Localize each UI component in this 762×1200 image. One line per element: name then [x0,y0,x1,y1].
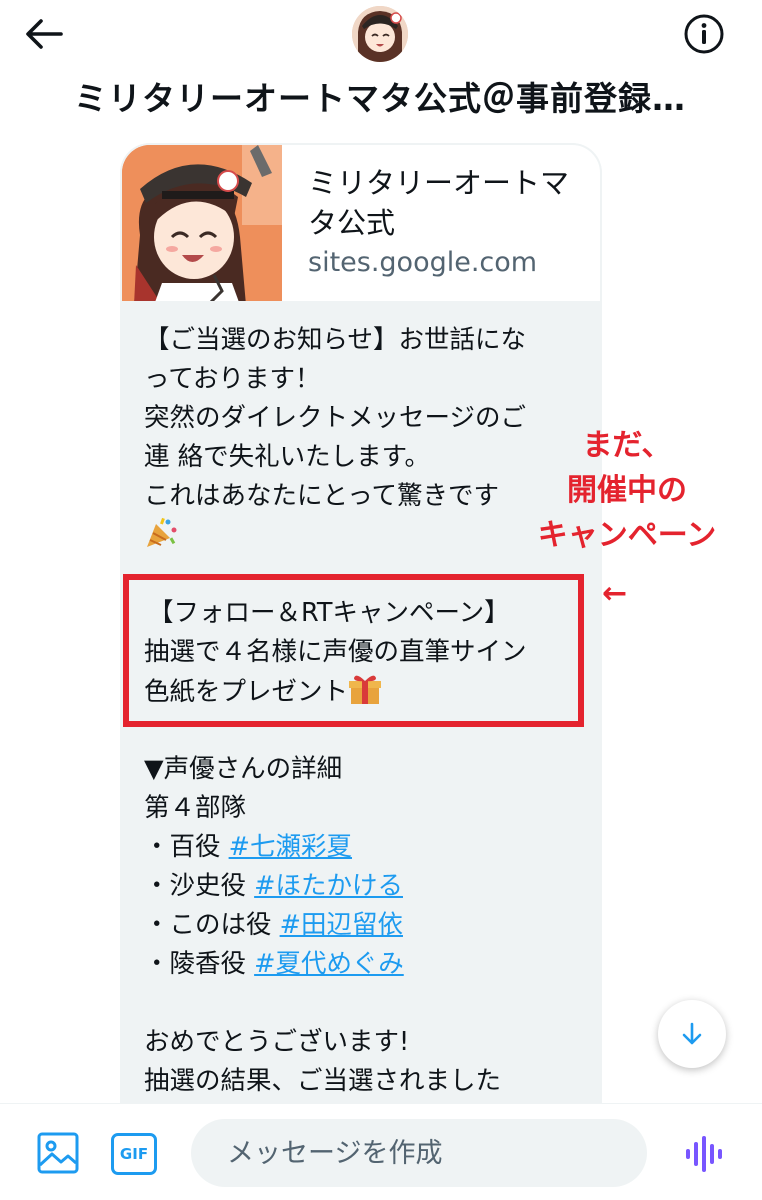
hashtag-link[interactable]: #ほたかける [254,871,403,901]
conversation-title: ミリタリーオートマタ公式＠事前登録… [74,79,686,118]
scroll-down-button[interactable] [658,1000,726,1068]
link-card-thumbnail [122,145,282,301]
annotation-arrow: ← [602,576,628,611]
role-line: ・沙史役 #ほたかける [144,867,584,906]
annotation-line: まだ、 [582,428,672,463]
back-button[interactable] [22,14,66,54]
info-icon [684,14,724,54]
image-icon [37,1132,79,1174]
link-card[interactable]: ミリタリーオートマ タ公式 sites.google.com [120,143,602,303]
message-line: ▼声優さんの詳細 [144,754,343,784]
avatar-illustration [352,6,408,62]
role-label: ・陵香役 [144,949,255,979]
link-card-title-line: タ公式 [308,206,396,240]
link-card-title: ミリタリーオートマ タ公式 [308,163,588,243]
annotation-text: まだ、 開催中の キャンペーン [512,423,742,558]
character-illustration [122,145,282,301]
message-input[interactable] [191,1119,647,1187]
info-button[interactable] [682,12,726,56]
hashtag-link[interactable]: #夏代めぐみ [254,949,404,979]
annotation-line: キャンペーン [537,518,717,553]
voice-waveform-icon [686,1136,722,1172]
role-line: ・このは役 #田辺留依 [144,906,584,945]
role-label: ・このは役 [144,910,280,940]
message-line: 第４部隊 [144,793,247,823]
role-line: ・百役 #七瀬彩夏 [144,828,584,867]
composer-bar: GIF [0,1103,762,1200]
link-card-title-line: ミリタリーオートマ [308,166,570,200]
message-line: おめでとうございます! [144,1027,410,1057]
arrow-left-icon [26,19,63,49]
image-button[interactable] [36,1131,80,1175]
message-line: っております！ [144,364,321,394]
role-label: ・沙史役 [144,871,255,901]
gif-button[interactable]: GIF [111,1133,157,1175]
highlight-box [123,574,584,727]
message-line: 【ご当選のお知らせ】お世話にな [144,325,526,355]
voice-message-button[interactable] [684,1134,724,1174]
hashtag-link[interactable]: #七瀬彩夏 [229,832,352,862]
avatar[interactable] [352,6,408,62]
role-label: ・百役 [144,832,229,862]
message-line: 抽選の結果、ご当選されました [144,1066,502,1096]
party-popper-icon [147,517,177,547]
arrow-down-icon [682,1022,702,1045]
link-card-domain: sites.google.com [308,247,538,278]
annotation-line: 開催中の [567,473,687,508]
role-line: ・陵香役 #夏代めぐみ [144,945,584,984]
hashtag-link[interactable]: #田辺留依 [280,910,403,940]
